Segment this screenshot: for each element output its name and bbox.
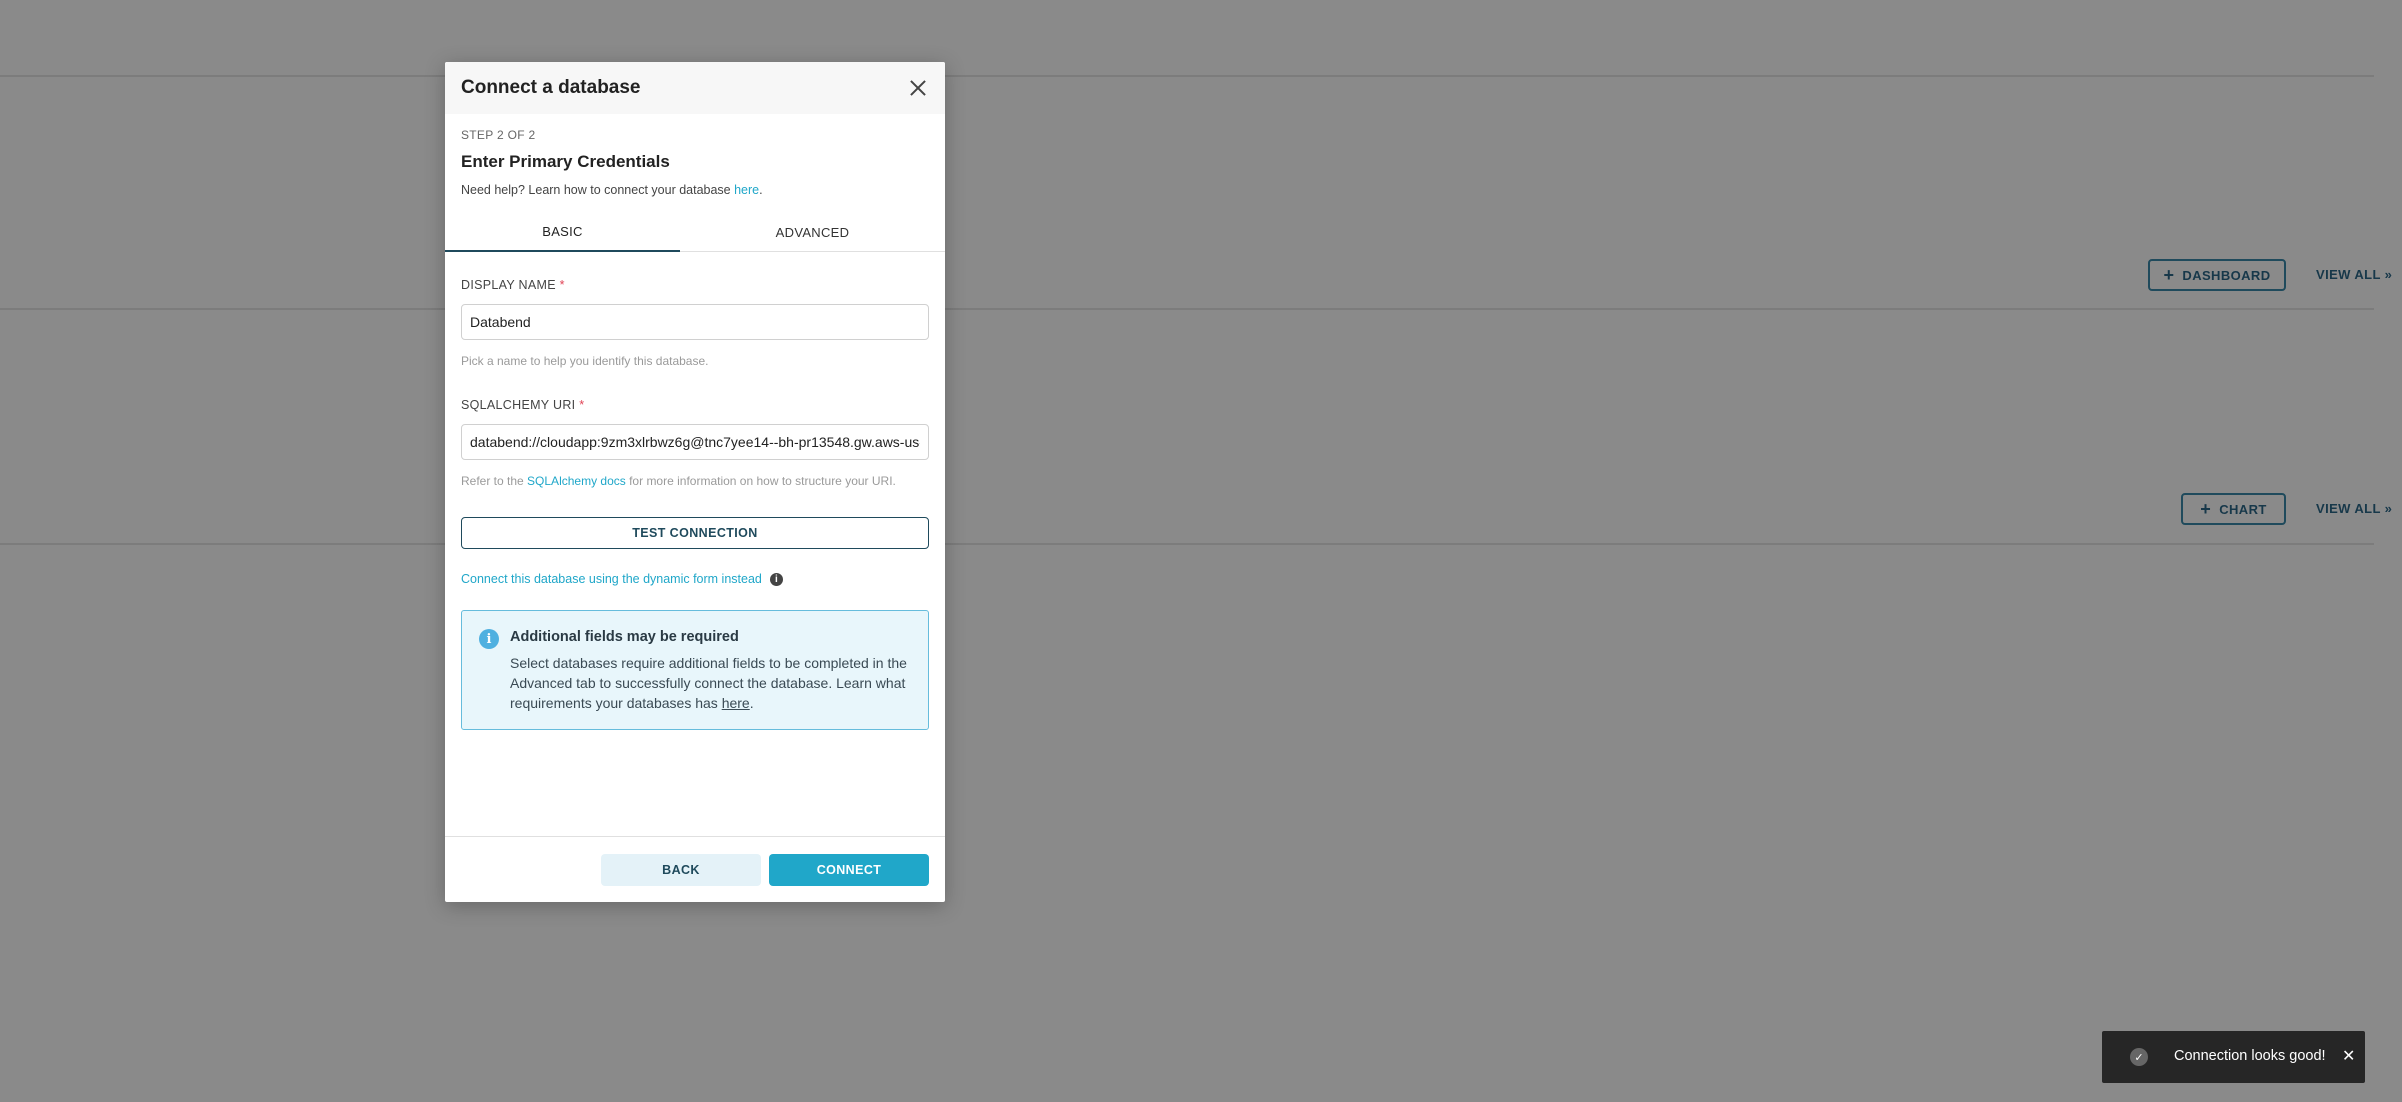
display-name-hint: Pick a name to help you identify this da… [461,354,709,368]
plus-icon: + [2200,499,2212,519]
alert-title: Additional fields may be required [510,629,739,645]
add-chart-button[interactable]: + CHART [2181,493,2286,525]
toast-message: Connection looks good! [2174,1048,2326,1064]
sqlalchemy-docs-link[interactable]: SQLAlchemy docs [527,474,626,488]
info-icon[interactable]: i [769,572,783,586]
alert-body: Select databases require additional fiel… [510,655,907,711]
connect-database-modal: Connect a database STEP 2 OF 2 Enter Pri… [445,62,945,902]
required-marker: * [579,398,585,412]
modal-header: Connect a database [445,62,945,114]
modal-title: Connect a database [461,77,641,98]
display-name-label: DISPLAY NAME * [461,278,565,292]
tab-bar: BASIC ADVANCED [445,212,945,252]
sqlalchemy-uri-label: SQLALCHEMY URI * [461,398,585,412]
display-name-input[interactable] [461,304,929,340]
tab-basic[interactable]: BASIC [445,212,680,252]
sqlalchemy-uri-hint: Refer to the SQLAlchemy docs for more in… [461,474,896,488]
close-icon[interactable] [907,77,929,99]
tab-advanced[interactable]: ADVANCED [680,212,945,252]
plus-icon: + [2163,265,2175,285]
test-connection-button[interactable]: TEST CONNECTION [461,517,929,549]
back-button[interactable]: BACK [601,854,761,886]
view-all-charts-link[interactable]: VIEW ALL » [2316,501,2392,516]
dynamic-form-link[interactable]: Connect this database using the dynamic … [461,572,783,586]
view-all-dashboards-link[interactable]: VIEW ALL » [2316,267,2392,282]
sqlalchemy-uri-input[interactable] [461,424,929,460]
required-marker: * [559,278,565,292]
close-icon[interactable]: ✕ [2342,1046,2355,1066]
modal-footer-divider [445,836,945,837]
help-text: Need help? Learn how to connect your dat… [461,183,763,197]
info-circle-icon: i [479,629,499,649]
alert-link[interactable]: here [722,695,750,711]
help-link[interactable]: here [734,183,759,197]
background-divider [0,75,2374,77]
background-divider [0,543,2374,545]
success-toast: ✓ Connection looks good! ✕ [2102,1031,2365,1083]
background-divider [0,308,2374,310]
step-title: Enter Primary Credentials [461,152,670,171]
check-circle-icon: ✓ [2130,1048,2148,1066]
connect-button[interactable]: CONNECT [769,854,929,886]
add-dashboard-button[interactable]: + DASHBOARD [2148,259,2286,291]
info-alert: i Additional fields may be required Sele… [461,610,929,730]
step-indicator: STEP 2 OF 2 [461,128,536,142]
